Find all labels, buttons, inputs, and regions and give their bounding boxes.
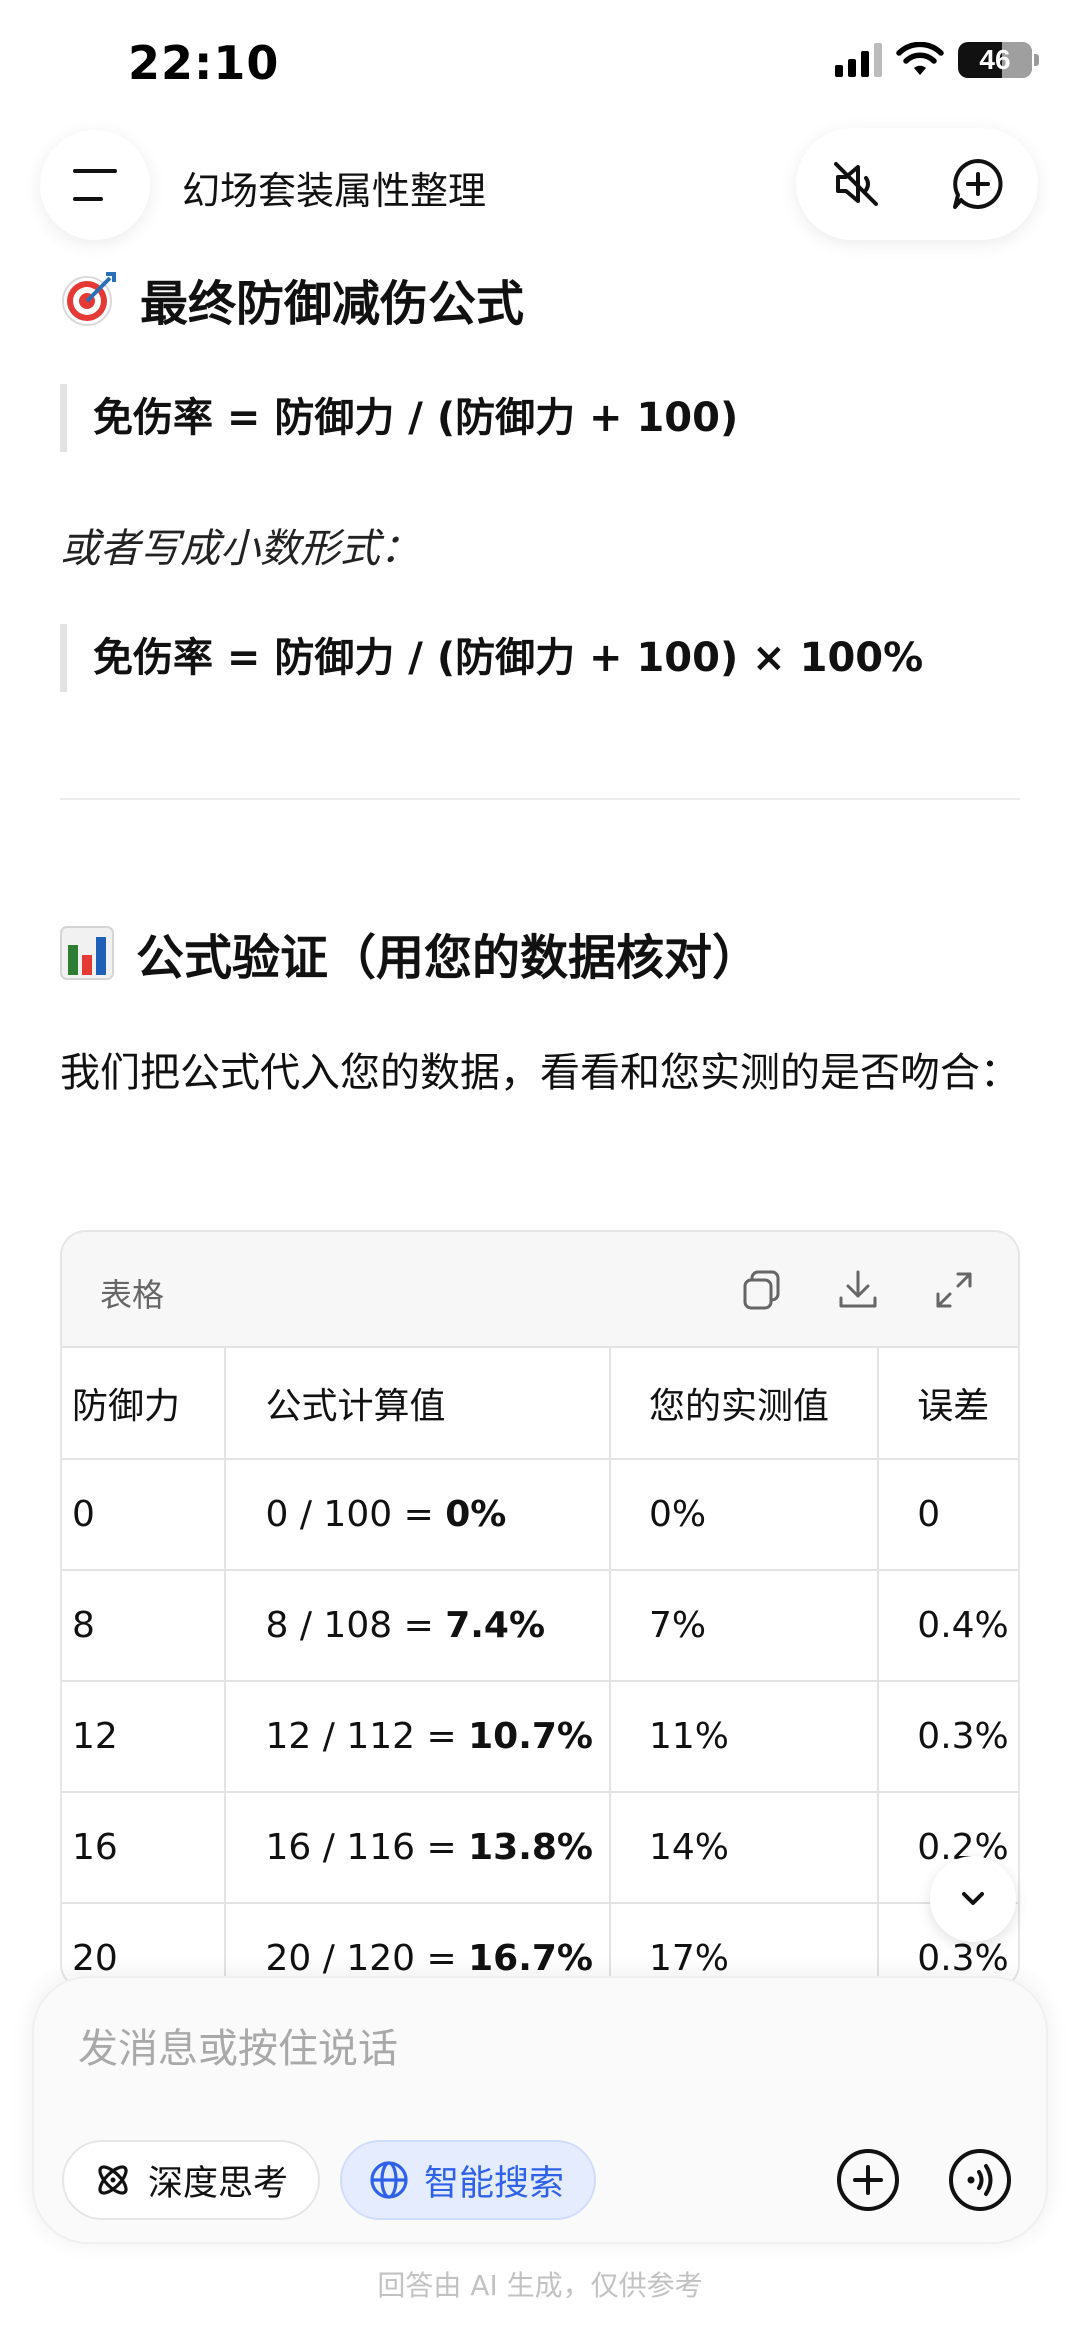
smart-search-label: 智能搜索: [424, 2163, 565, 2204]
table-row: 12 12 / 112 = 10.7% 11% 0.3%: [62, 1681, 1018, 1793]
formula-text: 免伤率 = 防御力 / (防御力 + 100): [93, 395, 739, 441]
wifi-icon: [896, 42, 944, 75]
table-toolbar: 表格: [62, 1232, 1018, 1348]
deep-think-button[interactable]: 深度思考: [62, 2140, 320, 2220]
cell-calc: 16 / 116 = 13.8%: [224, 1792, 611, 1904]
menu-icon: [73, 169, 117, 201]
cell-defense: 12: [62, 1681, 226, 1793]
expand-icon: [936, 1272, 972, 1308]
formula-quote-2: 免伤率 = 防御力 / (防御力 + 100) × 100%: [60, 624, 960, 692]
cell-measured: 11%: [609, 1681, 880, 1793]
table-row: 0 0 / 100 = 0% 0% 0: [62, 1459, 1018, 1571]
new-chat-button[interactable]: [944, 150, 1012, 218]
section-divider: [60, 798, 1020, 800]
table-row: 16 16 / 116 = 13.8% 14% 0.2%: [62, 1792, 1018, 1904]
column-header: 公式计算值: [224, 1348, 611, 1460]
cell-defense: 8: [62, 1570, 226, 1682]
heading-text: 最终防御减伤公式: [140, 276, 525, 332]
cell-measured: 14%: [609, 1792, 880, 1904]
mute-icon: [834, 162, 878, 206]
header-actions: [796, 128, 1038, 240]
column-header: 您的实测值: [609, 1348, 880, 1460]
bar-chart-icon: [60, 925, 114, 981]
battery-level: 46: [979, 44, 1011, 75]
target-icon: [60, 270, 118, 328]
status-bar: 22:10 46: [0, 0, 1080, 120]
new-chat-icon: [953, 159, 1003, 209]
app-header: 幻场套装属性整理: [0, 120, 1080, 250]
cell-calc: 8 / 108 = 7.4%: [224, 1570, 611, 1682]
heading-formula-verify: 公式验证（用您的数据核对）: [60, 918, 760, 988]
smart-search-button[interactable]: 智能搜索: [340, 2140, 596, 2220]
table-label: 表格: [100, 1276, 165, 1314]
expand-table-button[interactable]: [932, 1268, 976, 1312]
deep-think-icon: [92, 2159, 134, 2201]
battery-icon: 46: [958, 42, 1039, 78]
cell-calc: 0 / 100 = 0%: [224, 1459, 611, 1571]
cell-error: 0.3%: [878, 1681, 1018, 1793]
page-title: 幻场套装属性整理: [182, 169, 487, 213]
cell-error: 0.4%: [878, 1570, 1018, 1682]
message-composer: 发消息或按住说话 深度思考 智能搜索: [32, 1976, 1048, 2244]
scroll-down-button[interactable]: [930, 1856, 1016, 1942]
chevron-down-icon: [962, 1892, 984, 1905]
mute-button[interactable]: [822, 150, 890, 218]
column-header: 防御力: [62, 1348, 226, 1460]
heading-text: 公式验证（用您的数据核对）: [136, 930, 761, 986]
alt-form-text: 或者写成小数形式：: [60, 526, 420, 572]
cell-defense: 16: [62, 1792, 226, 1904]
heading-defense-formula: 最终防御减伤公式: [60, 264, 524, 334]
message-input[interactable]: 发消息或按住说话: [78, 2016, 398, 2074]
voice-button[interactable]: [942, 2142, 1018, 2218]
verification-table: 防御力 公式计算值 您的实测值 误差 0 0 / 100 = 0% 0% 0 8…: [62, 1348, 1018, 1988]
add-attachment-button[interactable]: [830, 2142, 906, 2218]
cell-measured: 7%: [609, 1570, 880, 1682]
voice-icon: [949, 2149, 1011, 2211]
cell-calc: 12 / 112 = 10.7%: [224, 1681, 611, 1793]
table-card: 表格 防御力 公式计算值 您的实测值 误差 0 0 / 100 = 0% 0% …: [60, 1230, 1020, 1990]
cell-error: 0: [878, 1459, 1018, 1571]
copy-icon: [743, 1270, 780, 1310]
copy-table-button[interactable]: [740, 1268, 784, 1312]
column-header: 误差: [878, 1348, 1018, 1460]
download-icon: [839, 1270, 877, 1308]
intro-paragraph: 我们把公式代入您的数据，看看和您实测的是否吻合：: [60, 1050, 1020, 1096]
status-time: 22:10: [128, 36, 280, 90]
plus-icon: [837, 2149, 899, 2211]
download-table-button[interactable]: [836, 1268, 880, 1312]
signal-icon: [835, 43, 882, 77]
formula-quote-1: 免伤率 = 防御力 / (防御力 + 100): [60, 384, 960, 452]
ai-disclaimer: 回答由 AI 生成，仅供参考: [377, 2269, 703, 2302]
globe-icon: [368, 2159, 410, 2201]
table-row: 8 8 / 108 = 7.4% 7% 0.4%: [62, 1570, 1018, 1682]
cell-defense: 0: [62, 1459, 226, 1571]
formula-text: 免伤率 = 防御力 / (防御力 + 100) × 100%: [93, 635, 924, 681]
table-header-row: 防御力 公式计算值 您的实测值 误差: [62, 1348, 1018, 1460]
menu-button[interactable]: [40, 130, 150, 240]
deep-think-label: 深度思考: [148, 2163, 289, 2204]
cell-measured: 0%: [609, 1459, 880, 1571]
status-icons: 46: [835, 42, 1039, 78]
